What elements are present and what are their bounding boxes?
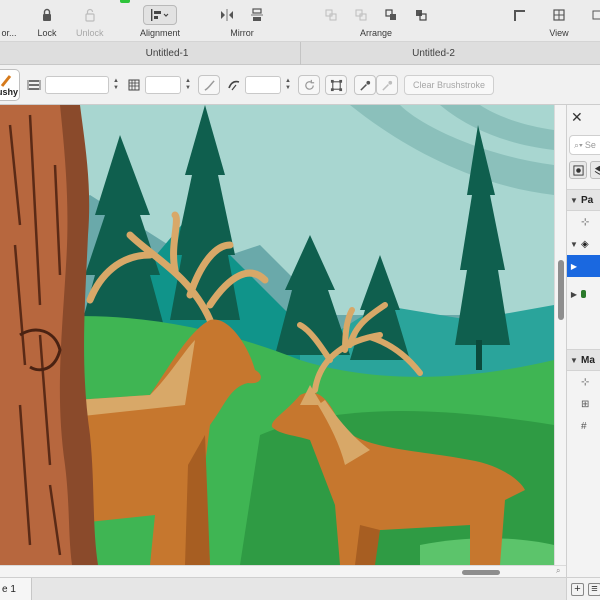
stroke-width-stepper[interactable]: ▲ ▼ (111, 76, 121, 94)
zoom-corner-icon[interactable]: ⌕ (556, 566, 560, 576)
window-indicator (120, 0, 130, 3)
master-item[interactable]: ⊹ (567, 371, 600, 393)
collapse-triangle-icon: ▼ (570, 195, 578, 205)
bounding-box-button[interactable] (325, 75, 347, 95)
page-item[interactable]: ⊹ (567, 211, 600, 233)
status-bar: e 1 (0, 577, 566, 600)
view-button[interactable]: View (546, 4, 572, 40)
clear-brushstroke-button[interactable]: Clear Brushstroke (404, 75, 494, 95)
brush-remove-button[interactable] (376, 75, 398, 95)
objects-view-icon[interactable] (569, 161, 587, 179)
unlock-button[interactable]: Unlock (76, 4, 104, 40)
tab-label: Untitled-1 (145, 48, 189, 59)
panel-view-toggles (569, 161, 600, 179)
grid-icon (546, 5, 572, 25)
tab-untitled-1[interactable]: Untitled-1 (34, 42, 300, 65)
vertical-scrollbar[interactable] (554, 105, 566, 565)
search-icon: ⌕▾ (574, 139, 583, 150)
horizontal-scroll-thumb[interactable] (462, 570, 500, 575)
unlock-label: Unlock (76, 28, 104, 38)
send-backward-icon[interactable] (378, 5, 404, 25)
brush-angle-icon (226, 77, 242, 93)
size-stepper[interactable]: ▲ ▼ (183, 76, 193, 94)
rotate-button[interactable] (298, 75, 320, 95)
master-item[interactable]: # (567, 415, 600, 437)
bring-to-front-icon[interactable] (318, 5, 344, 25)
toolbar-overflow[interactable] (586, 4, 600, 40)
artwork (0, 105, 554, 565)
overflow-icon (586, 5, 600, 25)
document-tabs: Untitled-1 Untitled-2 (0, 42, 600, 65)
panel-section-pages[interactable]: ▼ Pa (567, 189, 600, 211)
mirror-vertical-icon[interactable] (244, 5, 270, 25)
collapse-triangle-icon: ▼ (570, 355, 578, 365)
search-placeholder: Se (584, 140, 596, 150)
page-tab[interactable]: e 1 (0, 578, 32, 600)
grid-layer-icon: ⊞ (581, 398, 590, 410)
bring-forward-icon[interactable] (348, 5, 374, 25)
stroke-width-icon (26, 77, 42, 93)
close-panel-icon[interactable]: ✕ (571, 109, 583, 126)
page-tab-label: e 1 (2, 584, 16, 595)
brush-preset-picker[interactable]: ushy (0, 69, 20, 101)
layer-thumbnail (581, 290, 586, 298)
collapse-triangle-icon: ▼ (570, 239, 578, 249)
view-label: View (549, 28, 569, 38)
corner-icon (506, 5, 532, 25)
tab-untitled-2[interactable]: Untitled-2 (300, 42, 566, 65)
arrange-label: Arrange (359, 28, 393, 38)
expand-triangle-icon: ▶ (570, 261, 578, 271)
layer-options-icon[interactable]: ≡ (588, 582, 600, 596)
page-icon: ⊹ (581, 216, 590, 228)
add-layer-icon[interactable]: + (571, 582, 584, 596)
brush-label: ushy (0, 87, 19, 97)
brush-edit-button[interactable] (354, 75, 376, 95)
align-left-icon (143, 5, 178, 25)
section-label: Pa (581, 194, 594, 206)
size-input[interactable] (145, 76, 181, 94)
panel-section-master[interactable]: ▼ Ma (567, 349, 600, 371)
tree-trunk (476, 340, 482, 370)
alignment-button[interactable]: Alignment (140, 4, 180, 40)
tab-label: Untitled-2 (412, 48, 455, 59)
mirror-label: Mirror (230, 28, 254, 38)
app-window: or... Lock Unlock Alignment Mirror Arran… (0, 0, 600, 600)
alignment-label: Alignment (140, 28, 181, 38)
objects-panel: ✕ ⌕▾ Se ▼ Pa ⊹ ▼ ◈ ▶ ▶ ▼ Ma ⊹ ⊞ # + ≡ (566, 105, 600, 600)
unlock-icon (77, 5, 103, 25)
panel-footer: + ≡ (567, 577, 600, 600)
toolbar-clipped-label: or... (1, 28, 17, 38)
property-bar: ushy ▲▼ ▲▼ ▲▼ (0, 65, 600, 105)
corner-tool-button[interactable] (506, 4, 532, 40)
layer-group-row[interactable]: ▼ ◈ (567, 233, 600, 255)
guides-icon: ⊹ (581, 376, 590, 388)
lock-button[interactable]: Lock (34, 4, 60, 40)
stroke-width-input[interactable] (45, 76, 109, 94)
drawing-canvas[interactable] (0, 105, 554, 565)
send-to-back-icon[interactable] (408, 5, 434, 25)
vertical-scroll-thumb[interactable] (558, 260, 564, 320)
texture-icon (126, 77, 142, 93)
layer-item[interactable]: ▶ (567, 283, 600, 305)
expand-triangle-icon: ▶ (570, 289, 578, 299)
angle-stepper[interactable]: ▲ ▼ (283, 76, 293, 94)
layer-item-selected[interactable]: ▶ (567, 255, 600, 277)
pressure-button[interactable] (198, 75, 220, 95)
arrange-group: Arrange (318, 4, 434, 40)
toolbar-clipped-group[interactable]: or... (0, 4, 22, 40)
hash-grid-icon: # (581, 420, 587, 432)
angle-input[interactable] (245, 76, 281, 94)
wood-carving-light (0, 105, 72, 565)
main-toolbar: or... Lock Unlock Alignment Mirror Arran… (0, 0, 600, 42)
master-item[interactable]: ⊞ (567, 393, 600, 415)
lock-label: Lock (37, 28, 57, 38)
layers-view-icon[interactable] (590, 161, 600, 179)
section-label: Ma (581, 354, 595, 366)
lock-icon (34, 5, 60, 25)
mirror-horizontal-icon[interactable] (214, 5, 240, 25)
mirror-group: Mirror (214, 4, 270, 40)
horizontal-scrollbar[interactable] (0, 565, 566, 577)
panel-search-field[interactable]: ⌕▾ Se (569, 135, 600, 155)
layers-stack-icon: ◈ (581, 238, 589, 250)
